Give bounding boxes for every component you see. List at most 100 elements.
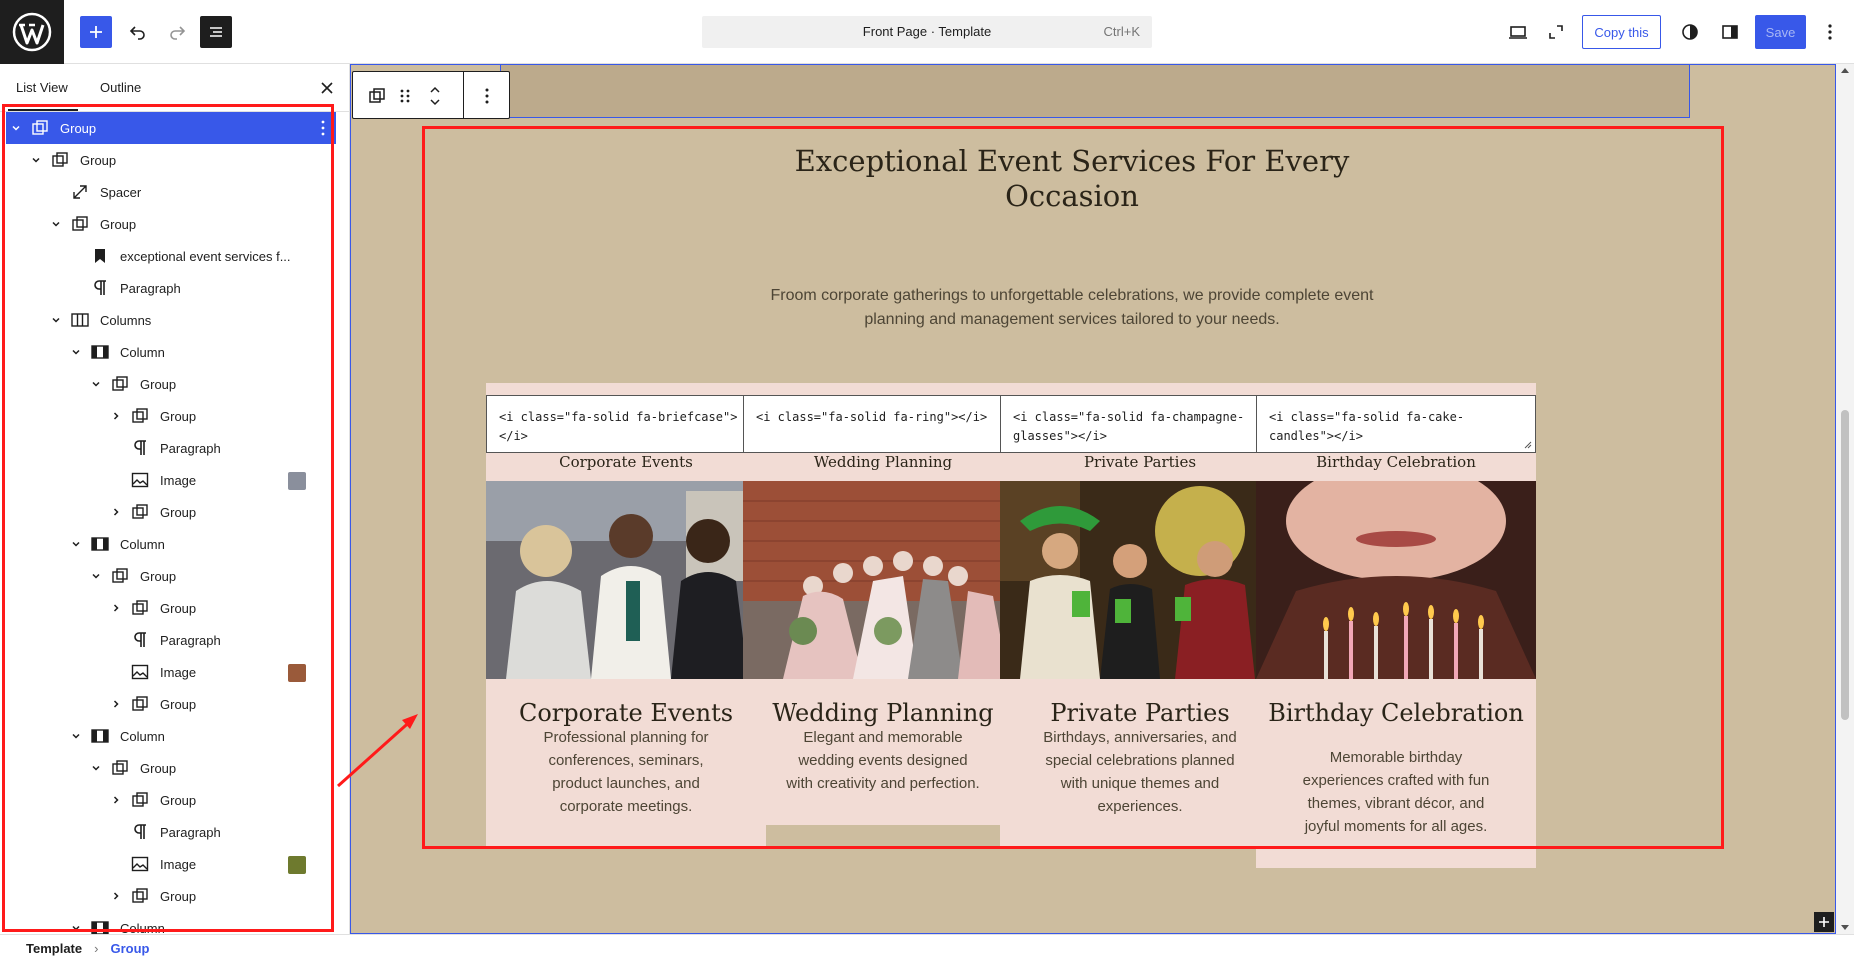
card-description[interactable]: Professional planning for conferences, s… [526,726,726,818]
list-view-row-column[interactable]: Column [6,528,336,560]
services-section[interactable]: Exceptional Event Services For Every Occ… [422,126,1724,868]
section-subtext[interactable]: Froom corporate gatherings to unforgetta… [762,284,1382,332]
wordpress-logo-icon[interactable] [0,0,64,64]
card-image[interactable] [1256,481,1536,679]
chevron-right-icon[interactable] [108,600,124,616]
card-description[interactable]: Memorable birthday experiences crafted w… [1296,746,1496,838]
list-view-row-paragraph[interactable]: Paragraph [6,272,336,304]
resize-grip-icon[interactable] [1524,441,1532,449]
card-description[interactable]: Elegant and memorable wedding events des… [783,726,983,795]
chevron-down-icon[interactable] [48,216,64,232]
chevron-right-icon[interactable] [108,792,124,808]
service-card-birthday[interactable]: <i class="fa-solid fa-cake-candles"></i>… [1256,383,1536,868]
card-title[interactable]: Wedding Planning [753,701,1013,725]
card-image[interactable] [1000,481,1280,679]
copy-this-button[interactable]: Copy this [1582,15,1661,49]
chevron-down-icon[interactable] [68,344,84,360]
list-view-row-group[interactable]: Group [6,752,336,784]
undo-button[interactable] [122,16,154,48]
icon-html-textarea[interactable]: <i class="fa-solid fa-cake-candles"></i> [1256,395,1536,453]
chevron-right-icon[interactable] [108,888,124,904]
block-type-button[interactable] [365,84,389,108]
card-sublabel[interactable]: Birthday Celebration [1256,453,1536,471]
list-view-row-spacer[interactable]: Spacer [6,176,336,208]
list-view-row-image[interactable]: Image [6,656,336,688]
zoom-out-button[interactable] [1540,16,1572,48]
card-sublabel[interactable]: Private Parties [1000,453,1280,471]
list-view-row-group[interactable]: Group [6,688,336,720]
editor-canvas[interactable]: Exceptional Event Services For Every Occ… [350,64,1854,934]
chevron-right-icon[interactable] [108,504,124,520]
chevron-down-icon[interactable] [88,760,104,776]
icon-html-textarea[interactable]: <i class="fa-solid fa-briefcase"></i> [486,395,766,453]
list-view-row-group[interactable]: Group [6,400,336,432]
chevron-down-icon[interactable] [88,568,104,584]
list-view-row-group[interactable]: Group [6,880,336,912]
tab-list-view[interactable]: List View [16,80,68,95]
chevron-down-icon[interactable] [8,120,24,136]
styles-button[interactable] [1674,16,1706,48]
inline-inserter-button[interactable] [1814,912,1834,932]
command-palette-bar[interactable]: Front Page · Template Ctrl+K [702,16,1152,48]
document-overview-button[interactable] [200,16,232,48]
list-view-row-column[interactable]: Column [6,720,336,752]
list-view-row-column[interactable]: Column [6,336,336,368]
section-heading[interactable]: Exceptional Event Services For Every Occ… [782,144,1362,214]
list-view-row-image[interactable]: Image [6,848,336,880]
list-view-row-group[interactable]: Group [6,560,336,592]
block-options-button[interactable] [475,84,499,108]
list-view-row-paragraph[interactable]: Paragraph [6,432,336,464]
service-card-wedding[interactable]: <i class="fa-solid fa-ring"></i> Wedding … [743,383,1023,825]
list-view-row-group[interactable]: Group [6,208,336,240]
more-options-button[interactable] [1814,16,1846,48]
drag-handle[interactable] [393,84,417,108]
list-view-row-paragraph[interactable]: Paragraph [6,816,336,848]
list-view-row-group[interactable]: Group [6,144,336,176]
list-view-row-paragraph[interactable]: Paragraph [6,624,336,656]
icon-html-textarea[interactable]: <i class="fa-solid fa-champagne-glasses"… [1000,395,1280,453]
chevron-down-icon[interactable] [68,536,84,552]
card-sublabel[interactable]: Wedding Planning [743,453,1023,471]
service-card-party[interactable]: <i class="fa-solid fa-champagne-glasses"… [1000,383,1280,848]
scroll-up-arrow-icon[interactable] [1841,68,1849,73]
tab-outline[interactable]: Outline [100,80,141,95]
card-title[interactable]: Birthday Celebration [1266,701,1526,725]
card-image[interactable] [486,481,766,679]
chevron-down-icon[interactable] [48,312,64,328]
list-view-row-exceptional-event-services-f[interactable]: exceptional event services f... [6,240,336,272]
list-view-row-group[interactable]: Group [6,784,336,816]
chevron-right-icon[interactable] [108,408,124,424]
device-preview-button[interactable] [1502,16,1534,48]
save-button[interactable]: Save [1755,15,1806,49]
settings-sidebar-button[interactable] [1714,16,1746,48]
list-view-row-group[interactable]: Group [6,592,336,624]
list-view-row-group[interactable]: Group [6,112,336,144]
list-view-row-group[interactable]: Group [6,496,336,528]
move-up-down-button[interactable] [423,84,447,108]
block-inserter-button[interactable] [80,16,112,48]
canvas-scrollbar[interactable] [1836,64,1854,934]
chevron-right-icon[interactable] [108,696,124,712]
list-view-row-columns[interactable]: Columns [6,304,336,336]
breadcrumb-template[interactable]: Template [26,941,82,956]
card-image[interactable] [743,481,1023,679]
redo-button[interactable] [161,16,193,48]
previous-block-area[interactable] [500,64,1690,118]
card-description[interactable]: Birthdays, anniversaries, and special ce… [1040,726,1240,818]
chevron-down-icon[interactable] [88,376,104,392]
list-view-row-group[interactable]: Group [6,368,336,400]
chevron-down-icon[interactable] [68,728,84,744]
service-card-corporate[interactable]: <i class="fa-solid fa-briefcase"></i> Cor… [486,383,766,848]
chevron-down-icon[interactable] [28,152,44,168]
close-sidebar-button[interactable] [315,76,339,100]
scroll-thumb[interactable] [1841,410,1849,720]
card-title[interactable]: Private Parties [1010,701,1270,725]
list-view-row-image[interactable]: Image [6,464,336,496]
icon-html-textarea[interactable]: <i class="fa-solid fa-ring"></i> [743,395,1023,453]
card-sublabel[interactable]: Corporate Events [486,453,766,471]
card-title[interactable]: Corporate Events [496,701,756,725]
row-options-ellipsis-icon[interactable] [320,119,326,137]
scroll-down-arrow-icon[interactable] [1841,925,1849,930]
breadcrumb-group[interactable]: Group [110,941,149,956]
